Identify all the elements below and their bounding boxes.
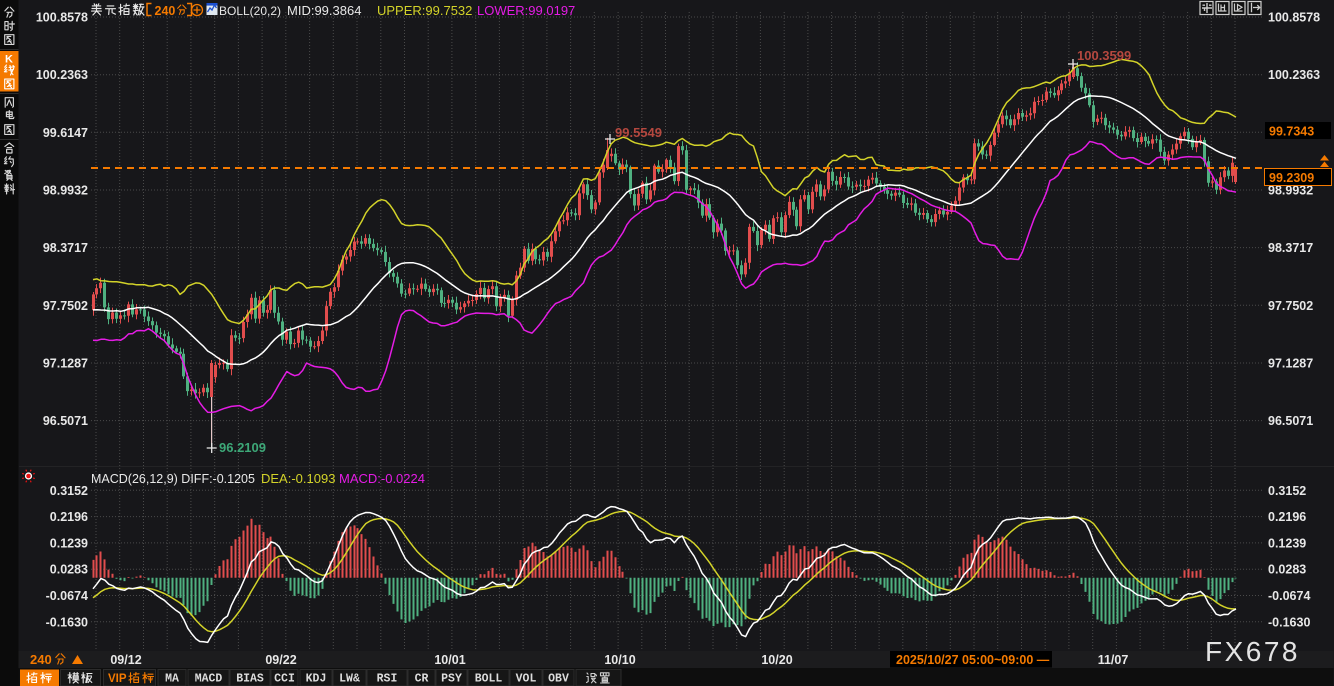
svg-text:10/01: 10/01 [434, 653, 465, 667]
svg-text:97.1287: 97.1287 [43, 357, 88, 371]
svg-text:96.5071: 96.5071 [43, 414, 88, 428]
svg-text:OBV: OBV [548, 673, 569, 686]
svg-text:96.5071: 96.5071 [1268, 414, 1313, 428]
svg-text:0.0283: 0.0283 [1268, 563, 1306, 577]
svg-text:2025/10/27 05:00~09:00 —: 2025/10/27 05:00~09:00 — [896, 653, 1050, 667]
svg-text:96.2109: 96.2109 [219, 440, 266, 455]
svg-text:100.8578: 100.8578 [1268, 11, 1320, 25]
svg-text:0.3152: 0.3152 [1268, 484, 1306, 498]
svg-text:100.3599: 100.3599 [1077, 48, 1131, 63]
svg-text:0.1239: 0.1239 [1268, 536, 1306, 550]
svg-text:09/12: 09/12 [110, 653, 141, 667]
svg-text:-0.0674: -0.0674 [46, 589, 88, 603]
svg-text:97.1287: 97.1287 [1268, 357, 1313, 371]
svg-text:99.6147: 99.6147 [43, 126, 88, 140]
svg-text:CCI: CCI [274, 673, 295, 686]
svg-text:0.2196: 0.2196 [1268, 510, 1306, 524]
svg-text:MA: MA [165, 673, 179, 686]
svg-text:98.9932: 98.9932 [43, 184, 88, 198]
svg-text:100.2363: 100.2363 [1268, 68, 1320, 82]
svg-text:MACD: MACD [195, 673, 223, 686]
svg-text:DEA:-0.1093: DEA:-0.1093 [261, 471, 335, 486]
svg-text:CR: CR [415, 673, 429, 686]
svg-text:240: 240 [30, 652, 52, 667]
svg-text:BOLL: BOLL [475, 673, 503, 686]
svg-text:BIAS: BIAS [236, 673, 264, 686]
svg-text:0.0283: 0.0283 [50, 563, 88, 577]
svg-text:98.3717: 98.3717 [43, 241, 88, 255]
svg-text:10/10: 10/10 [604, 653, 635, 667]
svg-text:UPPER:99.7532: UPPER:99.7532 [377, 3, 472, 18]
svg-text:97.7502: 97.7502 [43, 299, 88, 313]
svg-text:MID:99.3864: MID:99.3864 [287, 3, 361, 18]
svg-text:240: 240 [155, 4, 176, 18]
svg-text:MACD(26,12,9) DIFF:-0.1205: MACD(26,12,9) DIFF:-0.1205 [91, 472, 255, 486]
svg-text:0.3152: 0.3152 [50, 484, 88, 498]
svg-text:99.7343: 99.7343 [1269, 125, 1314, 139]
svg-text:09/22: 09/22 [265, 653, 296, 667]
svg-text:KDJ: KDJ [306, 673, 327, 686]
svg-text:97.7502: 97.7502 [1268, 299, 1313, 313]
svg-text:K: K [5, 54, 13, 66]
svg-text:-0.1630: -0.1630 [46, 615, 88, 629]
svg-text:0.2196: 0.2196 [50, 510, 88, 524]
svg-text:LW&: LW& [339, 673, 360, 686]
svg-text:99.2309: 99.2309 [1269, 171, 1314, 185]
svg-text:BOLL(20,2): BOLL(20,2) [219, 4, 281, 18]
svg-text:FX678: FX678 [1205, 636, 1300, 667]
svg-text:-0.1630: -0.1630 [1268, 615, 1310, 629]
svg-text:MACD:-0.0224: MACD:-0.0224 [339, 471, 425, 486]
svg-text:RSI: RSI [377, 673, 398, 686]
svg-text:VOL: VOL [516, 673, 537, 686]
svg-text:0.1239: 0.1239 [50, 536, 88, 550]
svg-text:11/07: 11/07 [1098, 653, 1129, 667]
svg-text:VIP: VIP [108, 673, 127, 685]
svg-text:98.3717: 98.3717 [1268, 241, 1313, 255]
svg-text:100.2363: 100.2363 [36, 68, 88, 82]
svg-text:PSY: PSY [441, 673, 462, 686]
svg-text:100.8578: 100.8578 [36, 11, 88, 25]
svg-text:LOWER:99.0197: LOWER:99.0197 [477, 3, 575, 18]
svg-text:99.5549: 99.5549 [615, 125, 662, 140]
svg-text:-0.0674: -0.0674 [1268, 589, 1310, 603]
svg-text:10/20: 10/20 [761, 653, 792, 667]
